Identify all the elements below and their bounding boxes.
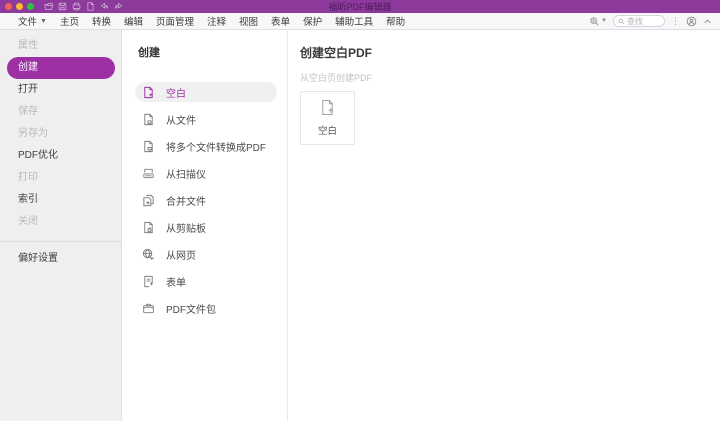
account-button[interactable] [686,16,697,27]
undo-icon[interactable] [100,2,109,11]
menu-protect[interactable]: 保护 [303,14,322,28]
blank-document-icon [322,99,334,116]
form-icon [144,275,154,287]
chevron-up-icon [704,19,711,23]
detail-title: 创建空白PDF [300,46,373,60]
create-item-form[interactable]: 表单 [135,271,277,291]
sidebar-divider [0,241,121,242]
merge-files-icon [143,194,154,206]
sidebar-item-save: 保存 [18,106,38,117]
menu-page-management[interactable]: 页面管理 [156,14,194,28]
create-item-from-file[interactable]: 从文件 [135,109,277,129]
new-document-icon[interactable] [86,2,95,11]
create-item-from-clipboard[interactable]: 从剪贴板 [135,217,277,237]
menu-home[interactable]: 主页 [60,14,79,28]
redo-icon[interactable] [114,2,123,11]
menu-bar: 文件 ▼ 主页 转换 编辑 页面管理 注释 视图 表单 保护 辅助工具 帮助 ▼ … [0,13,720,30]
create-panel-title: 创建 [138,47,160,59]
print-icon[interactable] [72,2,81,11]
zoom-window-button[interactable] [27,3,34,10]
menu-accessibility[interactable]: 辅助工具 [335,14,373,28]
sidebar-item-index[interactable]: 索引 [0,189,121,211]
find-searchbox[interactable] [613,15,665,27]
advanced-search-icon [590,16,599,25]
sidebar-item-create[interactable]: 创建 [7,57,115,79]
app-window: 福昕PDF编辑器 文件 ▼ 主页 转换 编辑 页面管理 注释 视图 表单 保护 辅… [0,0,720,421]
menu-form[interactable]: 表单 [271,14,290,28]
open-folder-icon[interactable] [44,2,53,11]
advanced-search-button[interactable]: ▼ [589,16,607,27]
sidebar-item-open[interactable]: 打开 [0,79,121,101]
create-item-from-scanner[interactable]: 从扫描仪 [135,163,277,183]
save-icon[interactable] [58,2,67,11]
portfolio-icon [143,303,154,313]
sidebar-item-pdf-optimize[interactable]: PDF优化 [0,145,121,167]
menu-edit[interactable]: 编辑 [124,14,143,28]
clipboard-icon [144,221,153,233]
from-file-icon [144,113,153,125]
search-icon [618,18,625,24]
sidebar-item-preferences[interactable]: 偏好设置 [0,248,121,270]
search-input[interactable] [627,16,660,26]
sidebar-item-print: 打印 [18,172,38,183]
detail-subtitle: 从空白页创建PDF [300,73,373,83]
sidebar-item-properties: 属性 [18,40,38,51]
menu-file[interactable]: 文件 ▼ [18,14,47,28]
chevron-down-icon: ▼ [601,18,607,24]
collapse-toolbar-button[interactable] [703,17,712,26]
title-bar: 福昕PDF编辑器 [0,0,720,13]
create-item-multiple-files[interactable]: 将多个文件转换成PDF [135,136,277,156]
create-item-from-webpage[interactable]: 从网页 [135,244,277,264]
close-window-button[interactable] [5,3,12,10]
create-item-combine-files[interactable]: 合并文件 [135,190,277,210]
menu-comment[interactable]: 注释 [207,14,226,28]
blank-card-label: 空白 [317,126,337,137]
more-icon[interactable]: ⋮ [671,16,680,27]
menu-help[interactable]: 帮助 [386,14,405,28]
sidebar-item-save-as: 另存为 [18,128,48,139]
multiple-files-icon [144,140,153,152]
traffic-lights [5,3,34,10]
file-sidebar: 属性 创建 打开 保存 另存为 PDF优化 打印 索引 关闭 偏好设置 [0,30,122,421]
create-panel: 创建 空白 从文件 将多个文件转换成PDF 从扫描仪 合并文件 从剪贴板 从网页… [122,30,288,421]
blank-document-icon [144,86,153,98]
menu-view[interactable]: 视图 [239,14,258,28]
account-icon [686,16,697,26]
chevron-down-icon: ▼ [40,17,47,25]
menu-convert[interactable]: 转换 [92,14,111,28]
sidebar-item-close: 关闭 [18,216,38,227]
create-item-blank[interactable]: 空白 [135,82,277,102]
detail-panel: 创建空白PDF 从空白页创建PDF 空白 [288,30,720,421]
webpage-icon [142,248,154,260]
blank-pdf-card[interactable]: 空白 [300,91,355,145]
minimize-window-button[interactable] [16,3,23,10]
create-item-pdf-portfolio[interactable]: PDF文件包 [135,298,277,318]
scanner-icon [143,168,154,178]
